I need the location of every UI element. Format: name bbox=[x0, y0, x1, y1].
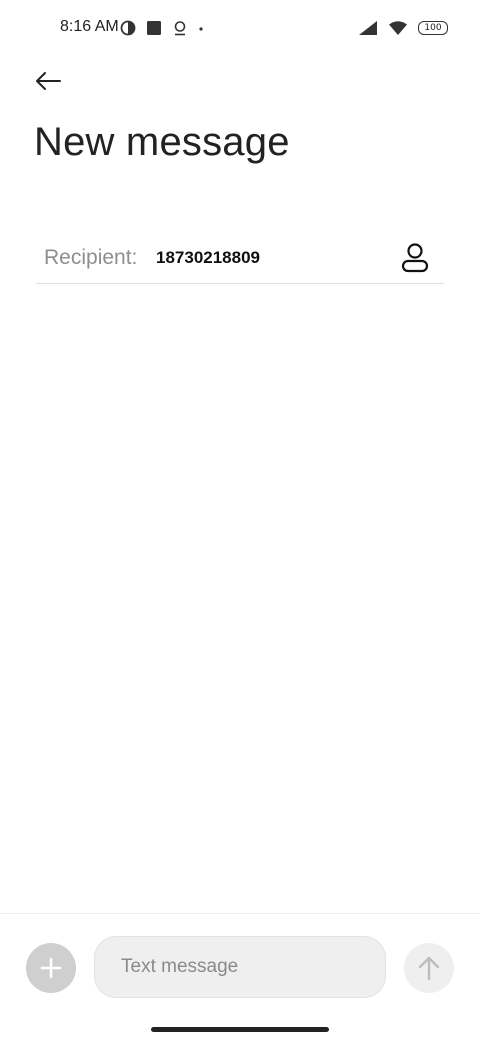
send-button[interactable] bbox=[404, 943, 454, 993]
battery-level: 100 bbox=[424, 23, 442, 33]
plus-icon bbox=[40, 957, 62, 979]
person-icon bbox=[401, 243, 429, 273]
status-right-icons: 100 bbox=[358, 18, 448, 38]
back-button[interactable] bbox=[28, 62, 68, 100]
cellular-signal-icon bbox=[359, 21, 377, 35]
location-notification-icon bbox=[174, 21, 186, 36]
wifi-icon bbox=[389, 21, 407, 35]
page-title: New message bbox=[34, 120, 290, 164]
add-attachment-button[interactable] bbox=[26, 943, 76, 993]
contact-picker-button[interactable] bbox=[398, 240, 432, 276]
battery-icon: 100 bbox=[418, 21, 448, 35]
data-saver-icon bbox=[120, 20, 136, 36]
square-notification-icon bbox=[147, 21, 161, 35]
recipient-value[interactable]: 18730218809 bbox=[156, 248, 260, 268]
more-dot-icon bbox=[199, 27, 203, 31]
home-indicator[interactable] bbox=[151, 1027, 329, 1032]
recipient-row[interactable]: Recipient: 18730218809 bbox=[36, 232, 444, 284]
arrow-up-icon bbox=[418, 956, 440, 981]
composer-divider bbox=[0, 913, 480, 914]
recipient-label: Recipient: bbox=[44, 246, 138, 269]
status-bar: 8:16 AM 100 bbox=[0, 0, 480, 56]
message-input[interactable] bbox=[94, 936, 386, 998]
status-left-icons bbox=[120, 18, 204, 38]
status-time: 8:16 AM bbox=[60, 18, 119, 35]
arrow-left-icon bbox=[36, 72, 61, 90]
